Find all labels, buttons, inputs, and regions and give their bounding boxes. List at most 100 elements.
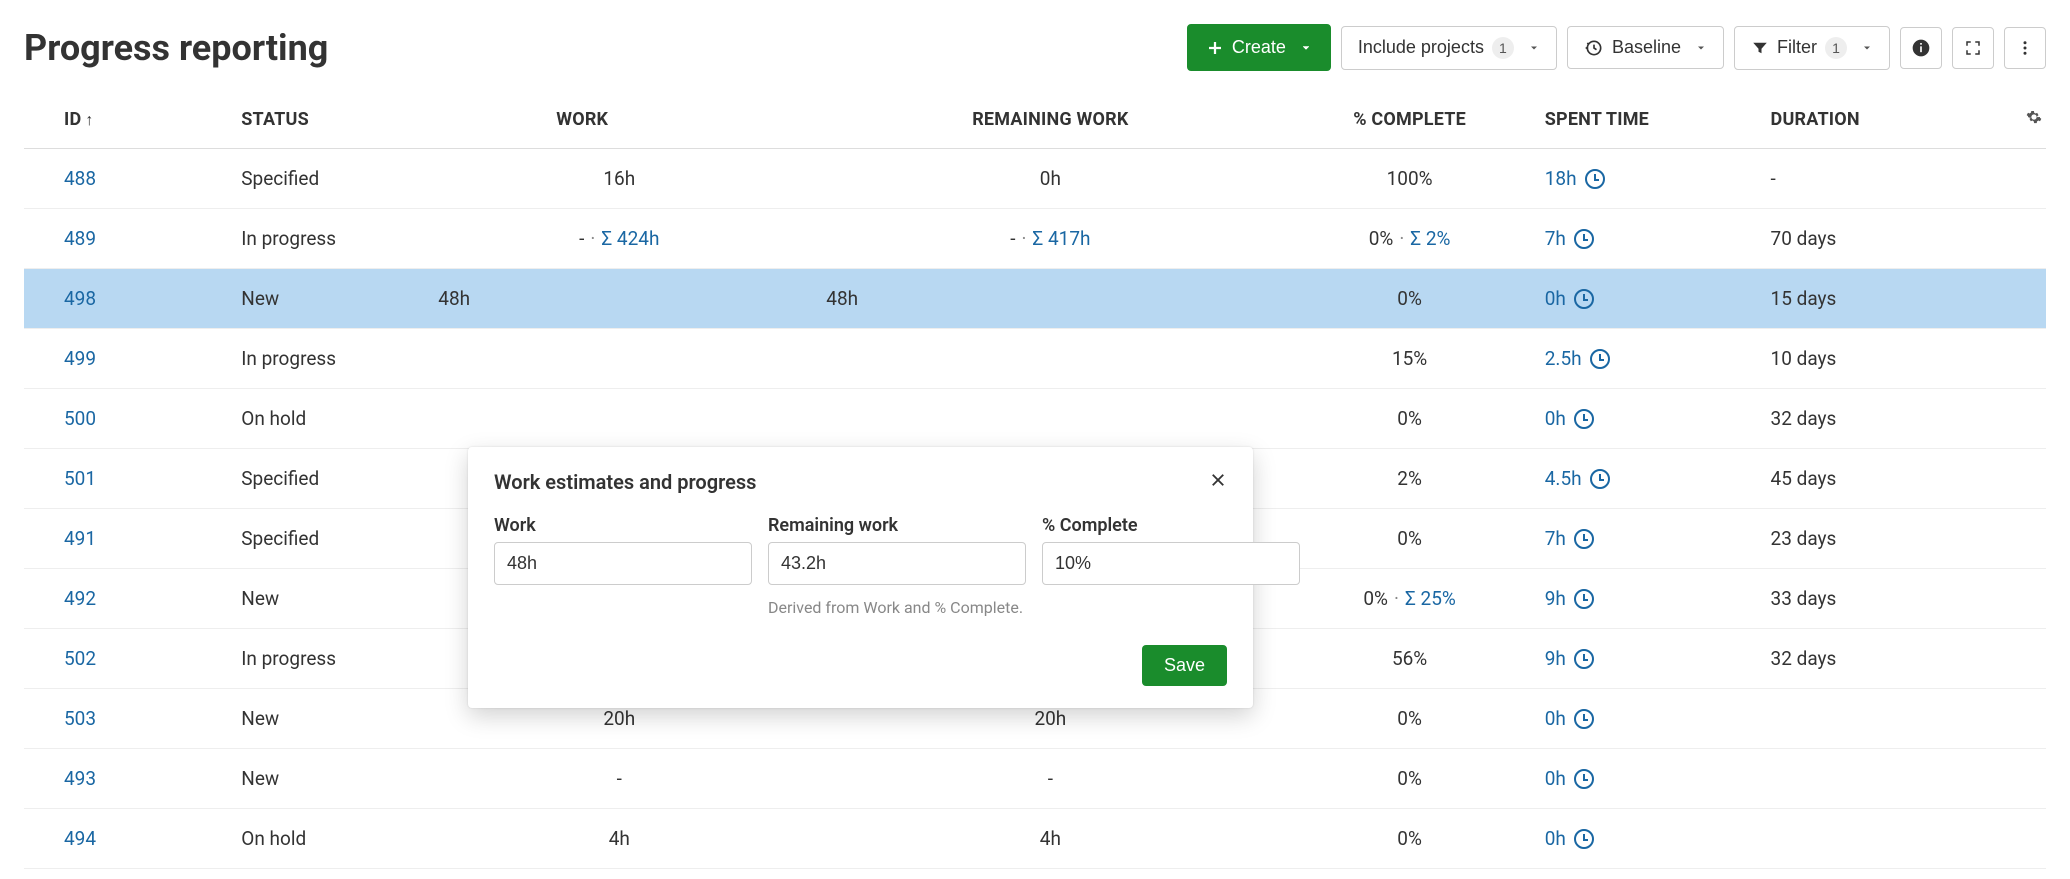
remaining-cell[interactable]: 48h — [814, 269, 1286, 329]
spent-time-link[interactable]: 0h — [1545, 407, 1594, 430]
column-header-remaining[interactable]: REMAINING WORK — [814, 95, 1286, 149]
table-row[interactable]: 494On hold4h4h0%0h — [24, 809, 2046, 869]
work-cell[interactable]: 16h — [424, 149, 814, 209]
complete-field[interactable] — [1042, 542, 1300, 585]
spent-time-link[interactable]: 9h — [1545, 587, 1594, 610]
work-field[interactable] — [494, 542, 752, 585]
duration-cell: - — [1759, 149, 2005, 209]
work-cell[interactable]: 48h — [424, 269, 814, 329]
complete-field-label: % Complete — [1042, 515, 1300, 536]
clock-icon — [1574, 829, 1594, 849]
complete-cell[interactable]: 2% — [1286, 449, 1532, 509]
remaining-cell[interactable] — [814, 329, 1286, 389]
table-row[interactable]: 489In progress- · Σ 424h- · Σ 417h0% · Σ… — [24, 209, 2046, 269]
id-link[interactable]: 488 — [64, 167, 96, 190]
spent-cell: 0h — [1533, 809, 1759, 869]
column-header-duration[interactable]: DURATION — [1759, 95, 2005, 149]
spent-time-link[interactable]: 0h — [1545, 287, 1594, 310]
remaining-cell[interactable]: 4h — [814, 809, 1286, 869]
clock-icon — [1574, 529, 1594, 549]
work-cell[interactable]: 4h — [424, 809, 814, 869]
complete-cell[interactable]: 0% — [1286, 269, 1532, 329]
work-cell[interactable]: - · Σ 424h — [424, 209, 814, 269]
id-link[interactable]: 498 — [64, 287, 96, 310]
complete-cell[interactable]: 0% — [1286, 809, 1532, 869]
fullscreen-button[interactable] — [1952, 27, 1994, 69]
column-header-spent[interactable]: SPENT TIME — [1533, 95, 1759, 149]
table-row[interactable]: 498New48h48h0%0h15 days — [24, 269, 2046, 329]
filter-button[interactable]: Filter 1 — [1734, 26, 1890, 70]
id-link[interactable]: 494 — [64, 827, 96, 850]
spent-time-link[interactable]: 18h — [1545, 167, 1605, 190]
id-link[interactable]: 501 — [64, 467, 96, 490]
spent-cell: 18h — [1533, 149, 1759, 209]
spent-time-link[interactable]: 7h — [1545, 527, 1594, 550]
complete-cell[interactable]: 0% — [1286, 689, 1532, 749]
include-projects-label: Include projects — [1358, 37, 1484, 58]
complete-cell[interactable]: 15% — [1286, 329, 1532, 389]
remaining-cell[interactable] — [814, 389, 1286, 449]
complete-cell[interactable]: 0% · Σ 25% — [1286, 569, 1532, 629]
spent-time-link[interactable]: 0h — [1545, 707, 1594, 730]
duration-cell: 23 days — [1759, 509, 2005, 569]
remaining-sum[interactable]: Σ 417h — [1032, 227, 1090, 250]
id-link[interactable]: 493 — [64, 767, 96, 790]
spent-time-link[interactable]: 9h — [1545, 647, 1594, 670]
column-header-status[interactable]: STATUS — [229, 95, 424, 149]
gear-icon — [2026, 109, 2042, 125]
column-header-work[interactable]: WORK — [424, 95, 814, 149]
id-link[interactable]: 489 — [64, 227, 96, 250]
complete-cell[interactable]: 0% · Σ 2% — [1286, 209, 1532, 269]
complete-cell[interactable]: 0% — [1286, 509, 1532, 569]
column-settings[interactable] — [2005, 95, 2046, 149]
duration-cell: 45 days — [1759, 449, 2005, 509]
table-row[interactable]: 493New--0%0h — [24, 749, 2046, 809]
spent-time-link[interactable]: 0h — [1545, 767, 1594, 790]
table-row[interactable]: 500On hold0%0h32 days — [24, 389, 2046, 449]
baseline-button[interactable]: Baseline — [1567, 26, 1724, 69]
status-cell: New — [229, 269, 424, 329]
table-row[interactable]: 499 In progress 15% 2.5h 10 days — [24, 329, 2046, 389]
id-link[interactable]: 491 — [64, 527, 96, 550]
include-projects-button[interactable]: Include projects 1 — [1341, 26, 1557, 70]
chevron-down-icon — [1861, 42, 1873, 54]
spent-time-link[interactable]: 7h — [1545, 227, 1594, 250]
spent-time-link[interactable]: 2.5h — [1545, 347, 1610, 370]
work-cell[interactable] — [424, 389, 814, 449]
id-link[interactable]: 492 — [64, 587, 96, 610]
complete-cell[interactable]: 56% — [1286, 629, 1532, 689]
work-cell[interactable] — [424, 329, 814, 389]
work-sum[interactable]: Σ 424h — [601, 227, 659, 250]
column-header-complete[interactable]: % COMPLETE — [1286, 95, 1532, 149]
complete-cell[interactable]: 0% — [1286, 749, 1532, 809]
duration-cell: 10 days — [1759, 329, 2005, 389]
create-button[interactable]: Create — [1187, 24, 1331, 71]
more-button[interactable] — [2004, 27, 2046, 69]
spent-time-link[interactable]: 4.5h — [1545, 467, 1610, 490]
sort-asc-icon: ↑ — [85, 110, 93, 129]
remaining-cell[interactable]: 0h — [814, 149, 1286, 209]
spent-time-link[interactable]: 0h — [1545, 827, 1594, 850]
work-cell[interactable]: - — [424, 749, 814, 809]
duration-cell: 33 days — [1759, 569, 2005, 629]
save-button[interactable]: Save — [1142, 645, 1227, 686]
id-link[interactable]: 503 — [64, 707, 96, 730]
remaining-cell[interactable]: - — [814, 749, 1286, 809]
remaining-cell[interactable]: - · Σ 417h — [814, 209, 1286, 269]
chevron-down-icon — [1300, 42, 1312, 54]
duration-cell: 32 days — [1759, 389, 2005, 449]
modal-close-button[interactable] — [1209, 469, 1227, 495]
complete-cell[interactable]: 0% — [1286, 389, 1532, 449]
column-header-id[interactable]: ID↑ — [24, 95, 229, 149]
complete-cell[interactable]: 100% — [1286, 149, 1532, 209]
remaining-field[interactable] — [768, 542, 1026, 585]
complete-sum[interactable]: Σ 25% — [1405, 587, 1456, 610]
id-link[interactable]: 499 — [64, 347, 96, 370]
table-row[interactable]: 488Specified16h0h100%18h- — [24, 149, 2046, 209]
id-link[interactable]: 500 — [64, 407, 96, 430]
status-cell: In progress — [229, 329, 424, 389]
id-link[interactable]: 502 — [64, 647, 96, 670]
complete-sum[interactable]: Σ 2% — [1410, 227, 1450, 250]
remaining-hint: Derived from Work and % Complete. — [768, 597, 1026, 619]
info-button[interactable] — [1900, 27, 1942, 69]
